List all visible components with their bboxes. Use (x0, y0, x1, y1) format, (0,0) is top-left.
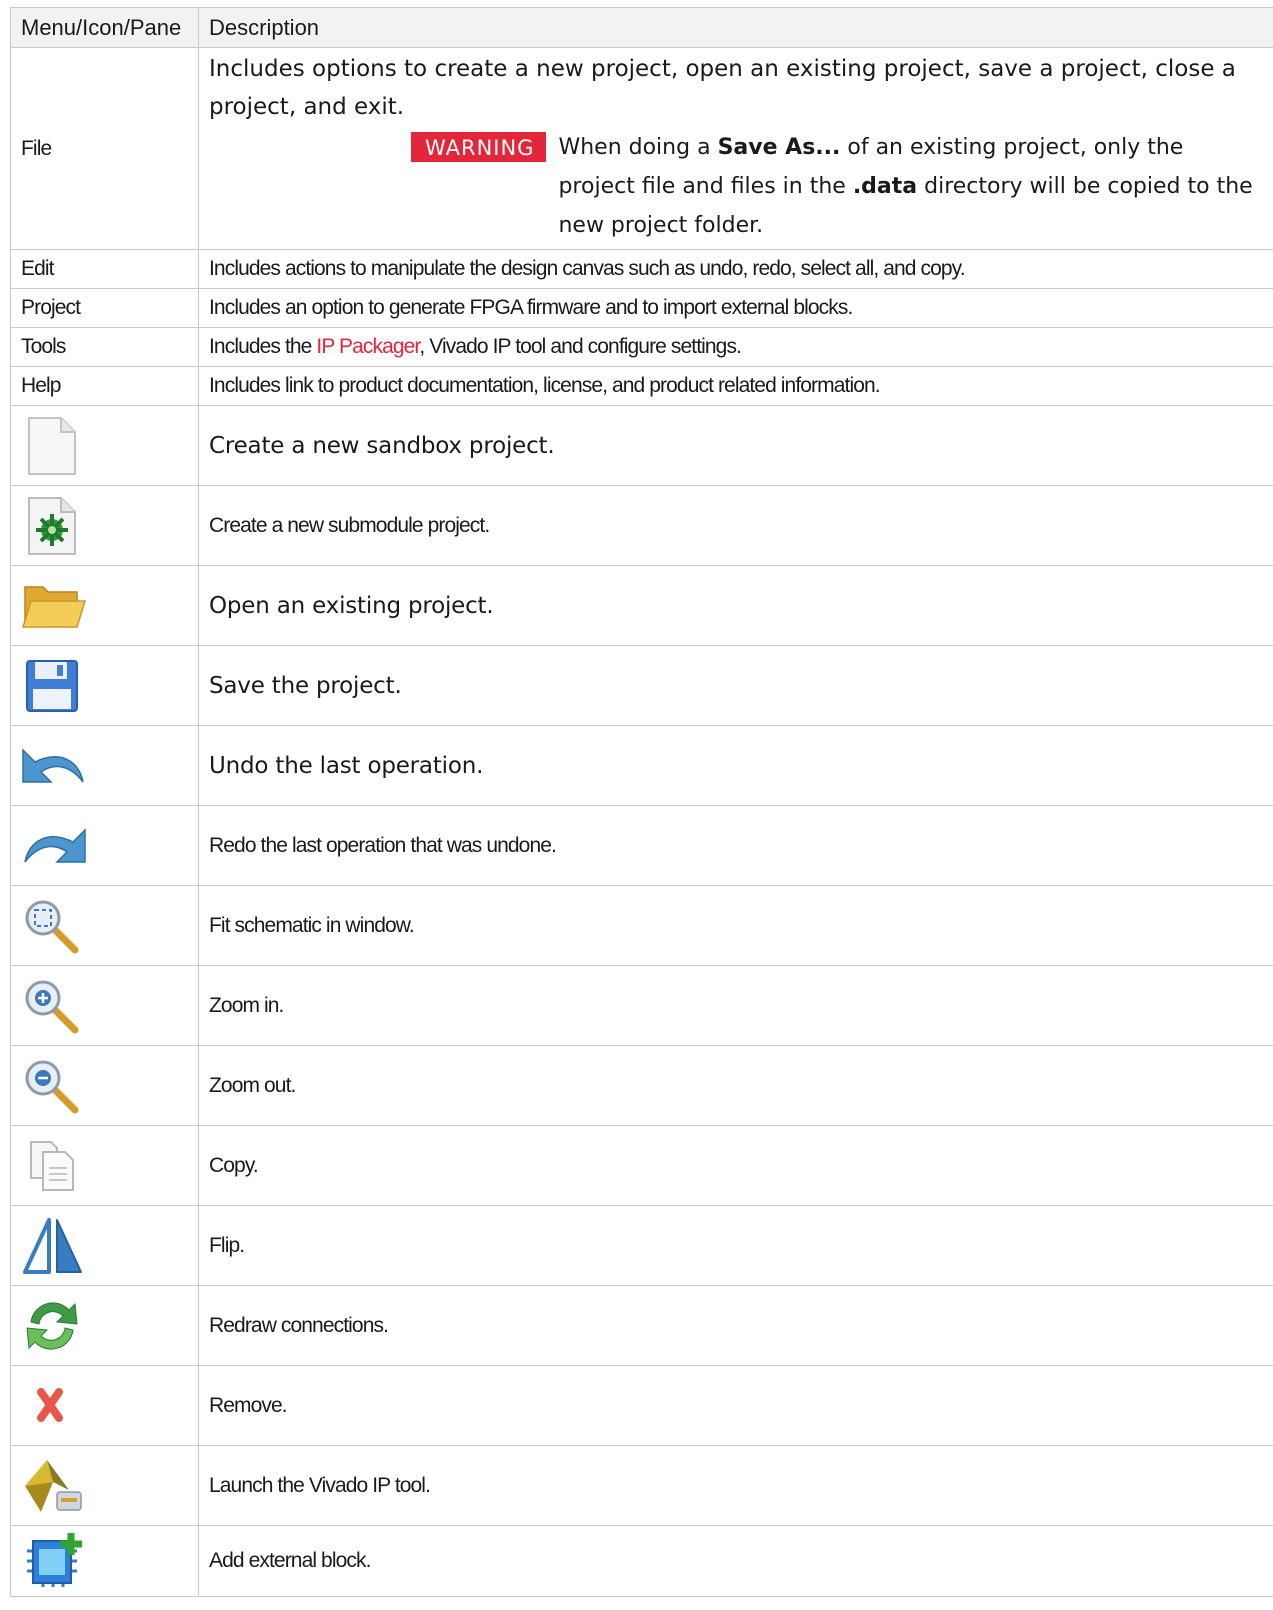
icon-desc: Copy. (198, 1125, 1273, 1206)
icon-desc: Launch the Vivado IP tool. (198, 1445, 1273, 1526)
save-floppy-icon (26, 659, 78, 712)
icon-desc: Zoom in. (198, 965, 1273, 1046)
add-external-block-icon (27, 1533, 82, 1587)
icon-desc: Undo the last operation. (198, 725, 1273, 806)
table-row: Edit Includes actions to manipulate the … (10, 249, 1273, 289)
icon-desc: Create a new sandbox project. (198, 405, 1273, 486)
zoom-out-icon (25, 1060, 79, 1113)
icon-desc: Save the project. (198, 645, 1273, 726)
table-row: Zoom in. (10, 965, 1273, 1046)
menu-desc-edit: Includes actions to manipulate the desig… (198, 249, 1273, 289)
copy-icon (30, 1140, 74, 1191)
menu-desc-project: Includes an option to generate FPGA firm… (198, 288, 1273, 328)
table-row: Open an existing project. (10, 565, 1273, 646)
table-row: Remove. (10, 1365, 1273, 1446)
table-row: Project Includes an option to generate F… (10, 288, 1273, 328)
icon-desc: Flip. (198, 1205, 1273, 1286)
menu-name-file: File (10, 47, 199, 250)
zoom-in-icon (25, 980, 79, 1033)
icon-desc: Redo the last operation that was undone. (198, 805, 1273, 886)
table-row: Undo the last operation. (10, 725, 1273, 806)
table-row: Zoom out. (10, 1045, 1273, 1126)
warning-badge: WARNING (411, 132, 547, 162)
vivado-ip-icon (25, 1459, 82, 1512)
icon-desc: Zoom out. (198, 1045, 1273, 1126)
header-col-description: Description (198, 7, 1273, 48)
remove-x-icon (37, 1387, 63, 1422)
new-submodule-icon (28, 496, 76, 555)
new-document-icon (28, 416, 76, 475)
table-row: Add external block. (10, 1525, 1273, 1597)
header-row: Menu/Icon/Pane Description (10, 7, 1273, 48)
menu-desc-file: Includes options to create a new project… (198, 47, 1273, 250)
table-row: Redraw connections. (10, 1285, 1273, 1366)
menu-name-edit: Edit (10, 249, 199, 289)
icon-desc: Remove. (198, 1365, 1273, 1446)
table-row: Launch the Vivado IP tool. (10, 1445, 1273, 1526)
table-row: Copy. (10, 1125, 1273, 1206)
flip-icon (23, 1217, 82, 1274)
redraw-icon (26, 1301, 78, 1350)
table-row: Save the project. (10, 645, 1273, 726)
zoom-fit-icon (25, 900, 79, 953)
menu-icon-table: Menu/Icon/Pane Description File Includes… (10, 7, 1273, 1597)
redo-arrow-icon (24, 827, 86, 863)
table-row: Tools Includes the IP Packager, Vivado I… (10, 327, 1273, 367)
menu-desc-tools: Includes the IP Packager, Vivado IP tool… (198, 327, 1273, 367)
undo-arrow-icon (22, 747, 84, 783)
ip-packager-link[interactable]: IP Packager (316, 335, 420, 358)
icon-desc: Redraw connections. (198, 1285, 1273, 1366)
table-row: Redo the last operation that was undone. (10, 805, 1273, 886)
menu-name-tools: Tools (10, 327, 199, 367)
icon-desc: Open an existing project. (198, 565, 1273, 646)
menu-name-project: Project (10, 288, 199, 328)
warning-text: When doing a Save As... of an existing p… (558, 135, 1253, 238)
icon-desc: Fit schematic in window. (198, 885, 1273, 966)
open-folder-icon (21, 585, 87, 628)
table-row: File Includes options to create a new pr… (10, 47, 1273, 250)
table-row: Create a new submodule project. (10, 485, 1273, 566)
menu-name-help: Help (10, 366, 199, 406)
icon-desc: Add external block. (198, 1525, 1273, 1597)
table-row: Flip. (10, 1205, 1273, 1286)
table-row: Help Includes link to product documentat… (10, 366, 1273, 406)
table-row: Fit schematic in window. (10, 885, 1273, 966)
file-description: Includes options to create a new project… (209, 56, 1236, 120)
menu-desc-help: Includes link to product documentation, … (198, 366, 1273, 406)
table-row: Create a new sandbox project. (10, 405, 1273, 486)
warning-callout: WARNING When doing a Save As... of an ex… (411, 128, 1263, 245)
header-col-menu: Menu/Icon/Pane (10, 7, 199, 48)
icon-desc: Create a new submodule project. (198, 485, 1273, 566)
